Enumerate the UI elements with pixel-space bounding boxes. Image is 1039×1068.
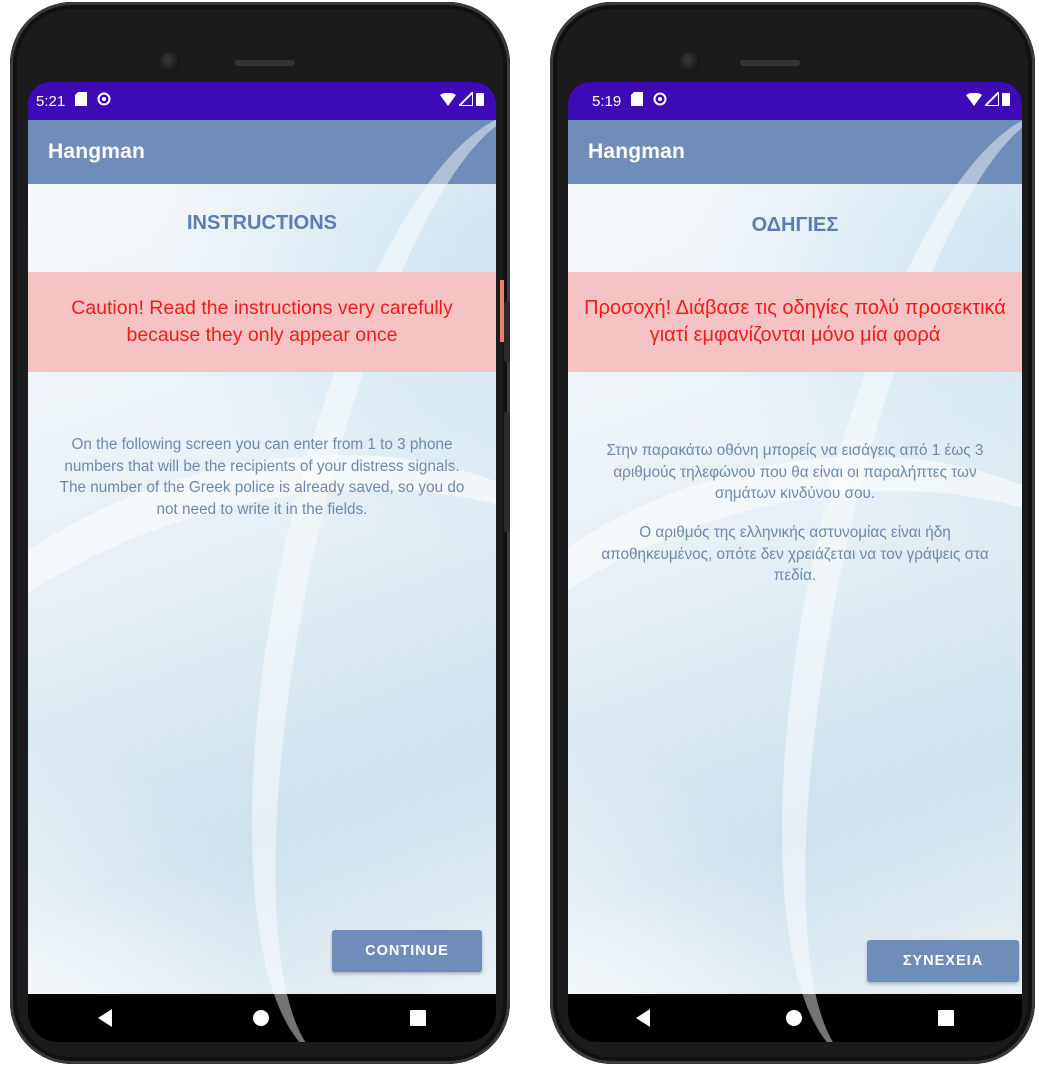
caution-banner: Caution! Read the instructions very care… <box>28 272 496 372</box>
caution-banner: Προσοχή! Διάβασε τις οδηγίες πολύ προσεκ… <box>568 272 1022 372</box>
status-time: 5:19 <box>592 92 622 110</box>
sync-icon <box>97 92 111 110</box>
status-bar: 5:21 <box>28 82 496 120</box>
signal-icon <box>982 89 1000 110</box>
phone-left: 5:21 Hangman INSTRUCTIONS Caution! Read … <box>10 2 510 1064</box>
wifi-icon <box>966 92 982 110</box>
sync-icon <box>653 92 667 110</box>
status-bar: 5:19 <box>568 82 1022 120</box>
content-area: ΟΔΗΓΙΕΣ Προσοχή! Διάβασε τις οδηγίες πολ… <box>568 184 1022 994</box>
front-camera <box>680 52 700 72</box>
continue-button[interactable]: ΣΥΝΕΧΕΙΑ <box>867 940 1019 982</box>
sd-card-icon <box>75 92 88 110</box>
page-title: INSTRUCTIONS <box>187 212 337 234</box>
page-title: ΟΔΗΓΙΕΣ <box>751 214 839 236</box>
earpiece-speaker <box>740 60 800 66</box>
earpiece-speaker <box>235 60 295 66</box>
screen: 5:19 Hangman ΟΔΗΓΙΕΣ Προσοχή! Διάβασε τι… <box>568 82 1022 1042</box>
continue-button[interactable]: CONTINUE <box>332 930 482 972</box>
app-bar-title: Hangman <box>28 120 496 184</box>
sd-card-icon <box>631 92 644 110</box>
signal-icon <box>456 89 474 110</box>
phone-right: 5:19 Hangman ΟΔΗΓΙΕΣ Προσοχή! Διάβασε τι… <box>550 2 1035 1064</box>
volume-button <box>504 302 510 362</box>
wifi-icon <box>440 92 456 110</box>
status-time: 5:21 <box>36 92 66 110</box>
app-bar-title: Hangman <box>568 120 1022 184</box>
battery-icon <box>476 92 484 110</box>
content-area: INSTRUCTIONS Caution! Read the instructi… <box>28 184 496 994</box>
edge-accent <box>500 280 504 342</box>
front-camera <box>160 52 180 72</box>
power-button <box>504 412 510 532</box>
instructions-text: Στην παρακάτω οθόνη μπορείς να εισάγεις … <box>606 442 984 502</box>
instructions-text-2: Ο αριθμός της ελληνικής αστυνομίας είναι… <box>601 524 989 584</box>
screen: 5:21 Hangman INSTRUCTIONS Caution! Read … <box>28 82 496 1042</box>
instructions-text: On the following screen you can enter fr… <box>59 436 465 518</box>
battery-icon <box>1002 92 1010 110</box>
